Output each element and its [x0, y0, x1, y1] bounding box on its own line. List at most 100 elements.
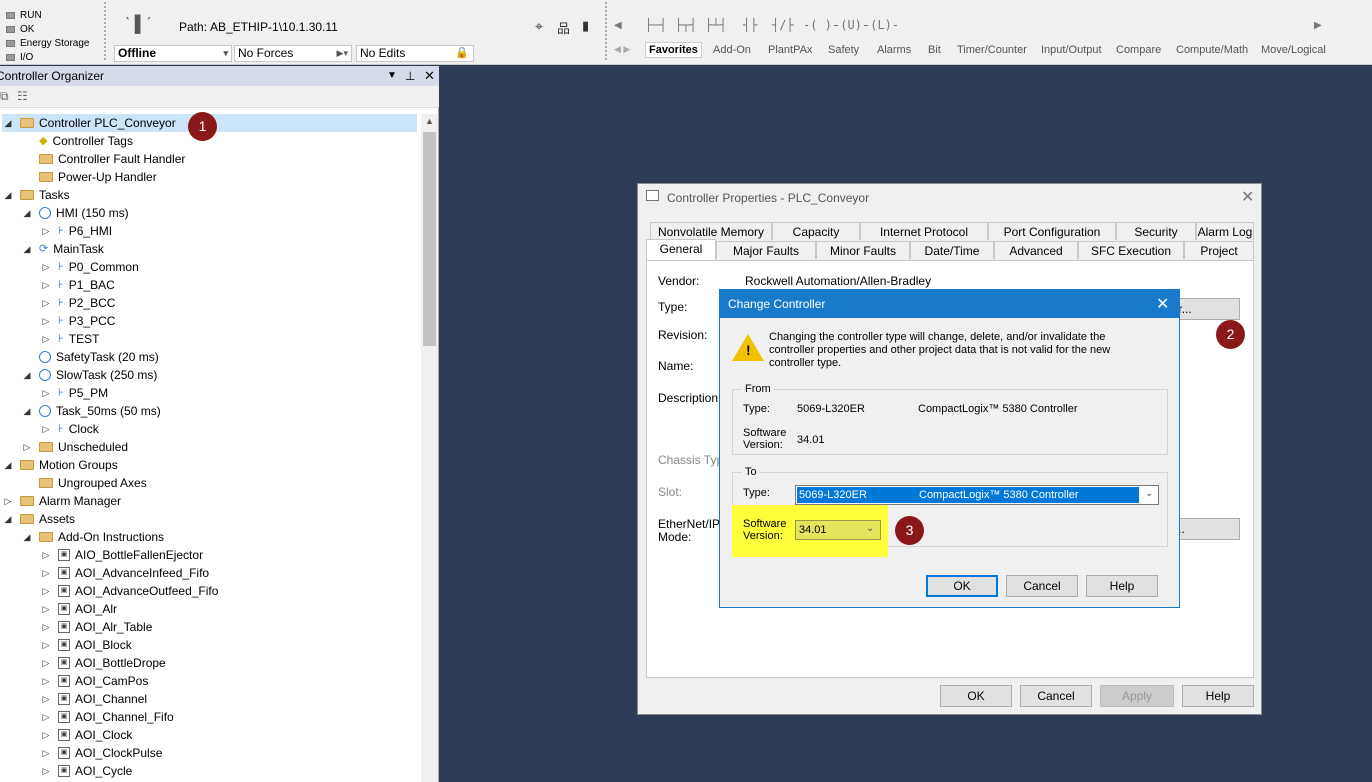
collapse-all-icon[interactable]: ⧉: [0, 89, 9, 104]
mode-dropdown[interactable]: Offline ▾: [114, 45, 232, 62]
tree-item[interactable]: ▷ ⊦ TEST: [40, 330, 100, 348]
tree-item[interactable]: ▷ ▣ AOI_Alr_Table: [40, 618, 153, 636]
tree-item[interactable]: ▷ ⊦ P1_BAC: [40, 276, 115, 294]
expand-closed-icon[interactable]: ▷: [40, 276, 52, 294]
expand-closed-icon[interactable]: ▷: [40, 672, 52, 690]
tab-project[interactable]: Project: [1184, 241, 1254, 259]
tab-advanced[interactable]: Advanced: [994, 241, 1078, 259]
expand-all-icon[interactable]: ☷: [17, 89, 28, 103]
scroll-left-icon[interactable]: ◀: [614, 20, 622, 31]
expand-closed-icon[interactable]: ▷: [40, 654, 52, 672]
expand-open-icon[interactable]: ◢: [21, 366, 33, 384]
tree-item[interactable]: ▷ ▣ AOI_CamPos: [40, 672, 149, 690]
tree-item[interactable]: ▷ ▣ AIO_BottleFallenEjector: [40, 546, 204, 564]
tab-favorites[interactable]: Favorites: [645, 42, 702, 58]
expand-closed-icon[interactable]: ▷: [40, 384, 52, 402]
software-version-dropdown[interactable]: 34.01 ⌄: [795, 520, 881, 540]
expand-open-icon[interactable]: ◢: [21, 204, 33, 222]
scroll-up-icon[interactable]: ▲: [425, 116, 434, 126]
tree-item[interactable]: ▷ ⊦ P3_PCC: [40, 312, 116, 330]
expand-closed-icon[interactable]: ▷: [40, 294, 52, 312]
expand-open-icon[interactable]: ◢: [2, 510, 14, 528]
props-help-button[interactable]: Help: [1182, 685, 1254, 707]
tree-item[interactable]: ◢ Add-On Instructions: [21, 528, 165, 546]
tab-internet-protocol[interactable]: Internet Protocol: [860, 222, 988, 240]
tree-item[interactable]: ▷ ▣ AOI_Channel_Fifo: [40, 708, 174, 726]
tab-minor-faults[interactable]: Minor Faults: [816, 241, 910, 259]
tree-item[interactable]: ▷ ▣ AOI_BottleDrope: [40, 654, 166, 672]
expand-closed-icon[interactable]: ▷: [40, 330, 52, 348]
props-close-icon[interactable]: ✕: [1241, 187, 1254, 207]
expand-closed-icon[interactable]: ▷: [40, 726, 52, 744]
tree-item[interactable]: ◢ Motion Groups: [2, 456, 118, 474]
tree-item[interactable]: ▷ ▣ AOI_Channel: [40, 690, 148, 708]
tree-item[interactable]: ◢ Tasks: [2, 186, 70, 204]
tab-scroll-icon[interactable]: ◀ ▶: [614, 44, 630, 55]
tab-alarms[interactable]: Alarms: [877, 44, 911, 56]
who-active-icon[interactable]: ⌖: [535, 18, 543, 35]
expand-closed-icon[interactable]: ▷: [40, 762, 52, 780]
expand-open-icon[interactable]: ◢: [21, 528, 33, 546]
path-value[interactable]: AB_ETHIP-1\10.1.30.11: [210, 20, 338, 34]
expand-open-icon[interactable]: ◢: [2, 114, 14, 132]
tab-date-time[interactable]: Date/Time: [910, 241, 994, 259]
props-cancel-button[interactable]: Cancel: [1020, 685, 1092, 707]
expand-closed-icon[interactable]: ▷: [40, 258, 52, 276]
tree-item[interactable]: ◢ Task_50ms (50 ms): [21, 402, 161, 420]
tree-item[interactable]: ▷ Unscheduled: [21, 438, 129, 456]
otl-icon[interactable]: -(L)-: [863, 18, 899, 32]
tab-security[interactable]: Security: [1116, 222, 1196, 240]
pin-icon[interactable]: ⊥: [405, 66, 415, 86]
tab-compare[interactable]: Compare: [1116, 44, 1161, 56]
tree-item[interactable]: ▷ ▣ AOI_AdvanceOutfeed_Fifo: [40, 582, 219, 600]
expand-closed-icon[interactable]: ▷: [40, 546, 52, 564]
tree-item[interactable]: ▷ ⊦ P5_PM: [40, 384, 109, 402]
expand-closed-icon[interactable]: ▷: [40, 222, 52, 240]
tab-safety[interactable]: Safety: [828, 44, 859, 56]
tab-capacity[interactable]: Capacity: [772, 222, 860, 240]
expand-open-icon[interactable]: ◢: [21, 240, 33, 258]
tree-item[interactable]: ▷ Alarm Manager: [2, 492, 122, 510]
props-ok-button[interactable]: OK: [940, 685, 1012, 707]
expand-closed-icon[interactable]: ▷: [40, 744, 52, 762]
expand-closed-icon[interactable]: ▷: [40, 708, 52, 726]
tree-item[interactable]: ◢ HMI (150 ms): [21, 204, 129, 222]
dropdown-icon[interactable]: ▼: [387, 66, 397, 86]
expand-closed-icon[interactable]: ▷: [40, 636, 52, 654]
expand-closed-icon[interactable]: ▷: [40, 420, 52, 438]
tab-bit[interactable]: Bit: [928, 44, 941, 56]
branch-level-icon[interactable]: ├┴┤: [705, 18, 727, 32]
expand-open-icon[interactable]: ◢: [2, 456, 14, 474]
tab-major-faults[interactable]: Major Faults: [716, 241, 816, 259]
tab-general[interactable]: General: [646, 239, 716, 260]
to-type-dropdown[interactable]: 5069-L320ER CompactLogix™ 5380 Controlle…: [795, 485, 1159, 505]
tree-item[interactable]: Ungrouped Axes: [21, 474, 147, 492]
network-icon[interactable]: 品: [557, 18, 570, 37]
device-icon[interactable]: ▮: [582, 18, 589, 34]
expand-closed-icon[interactable]: ▷: [40, 600, 52, 618]
tab-timer-counter[interactable]: Timer/Counter: [957, 44, 1027, 56]
tree-item[interactable]: ◢ SlowTask (250 ms): [21, 366, 158, 384]
tab-port-configuration[interactable]: Port Configuration: [988, 222, 1116, 240]
tree-item[interactable]: ▷ ▣ AOI_AdvanceInfeed_Fifo: [40, 564, 210, 582]
tree-item[interactable]: ◢ Assets: [2, 510, 75, 528]
tree-item[interactable]: ▷ ⊦ P2_BCC: [40, 294, 116, 312]
expand-closed-icon[interactable]: ▷: [40, 564, 52, 582]
expand-closed-icon[interactable]: ▷: [2, 492, 14, 510]
tree-item[interactable]: ▷ ▣ AOI_ClockPulse: [40, 744, 163, 762]
tab-input-output[interactable]: Input/Output: [1041, 44, 1102, 56]
expand-closed-icon[interactable]: ▷: [40, 312, 52, 330]
tree-item[interactable]: ▷ ⊦ P6_HMI: [40, 222, 113, 240]
change-cancel-button[interactable]: Cancel: [1006, 575, 1078, 597]
tree-item[interactable]: Controller Fault Handler: [21, 150, 185, 168]
tree-item[interactable]: ▷ ▣ AOI_Cycle: [40, 762, 133, 780]
tab-alarm-log[interactable]: Alarm Log: [1196, 222, 1254, 240]
tree-item[interactable]: SafetyTask (20 ms): [21, 348, 159, 366]
forces-dropdown[interactable]: No Forces ▶▾: [234, 45, 352, 62]
change-ok-button[interactable]: OK: [926, 575, 998, 597]
close-icon[interactable]: ✕: [424, 66, 435, 86]
scrollbar-thumb[interactable]: [423, 132, 436, 346]
tree-item[interactable]: ▷ ▣ AOI_Block: [40, 636, 132, 654]
tab-nonvolatile-memory[interactable]: Nonvolatile Memory: [650, 222, 772, 240]
tree-item[interactable]: ▷ ⊦ P0_Common: [40, 258, 139, 276]
